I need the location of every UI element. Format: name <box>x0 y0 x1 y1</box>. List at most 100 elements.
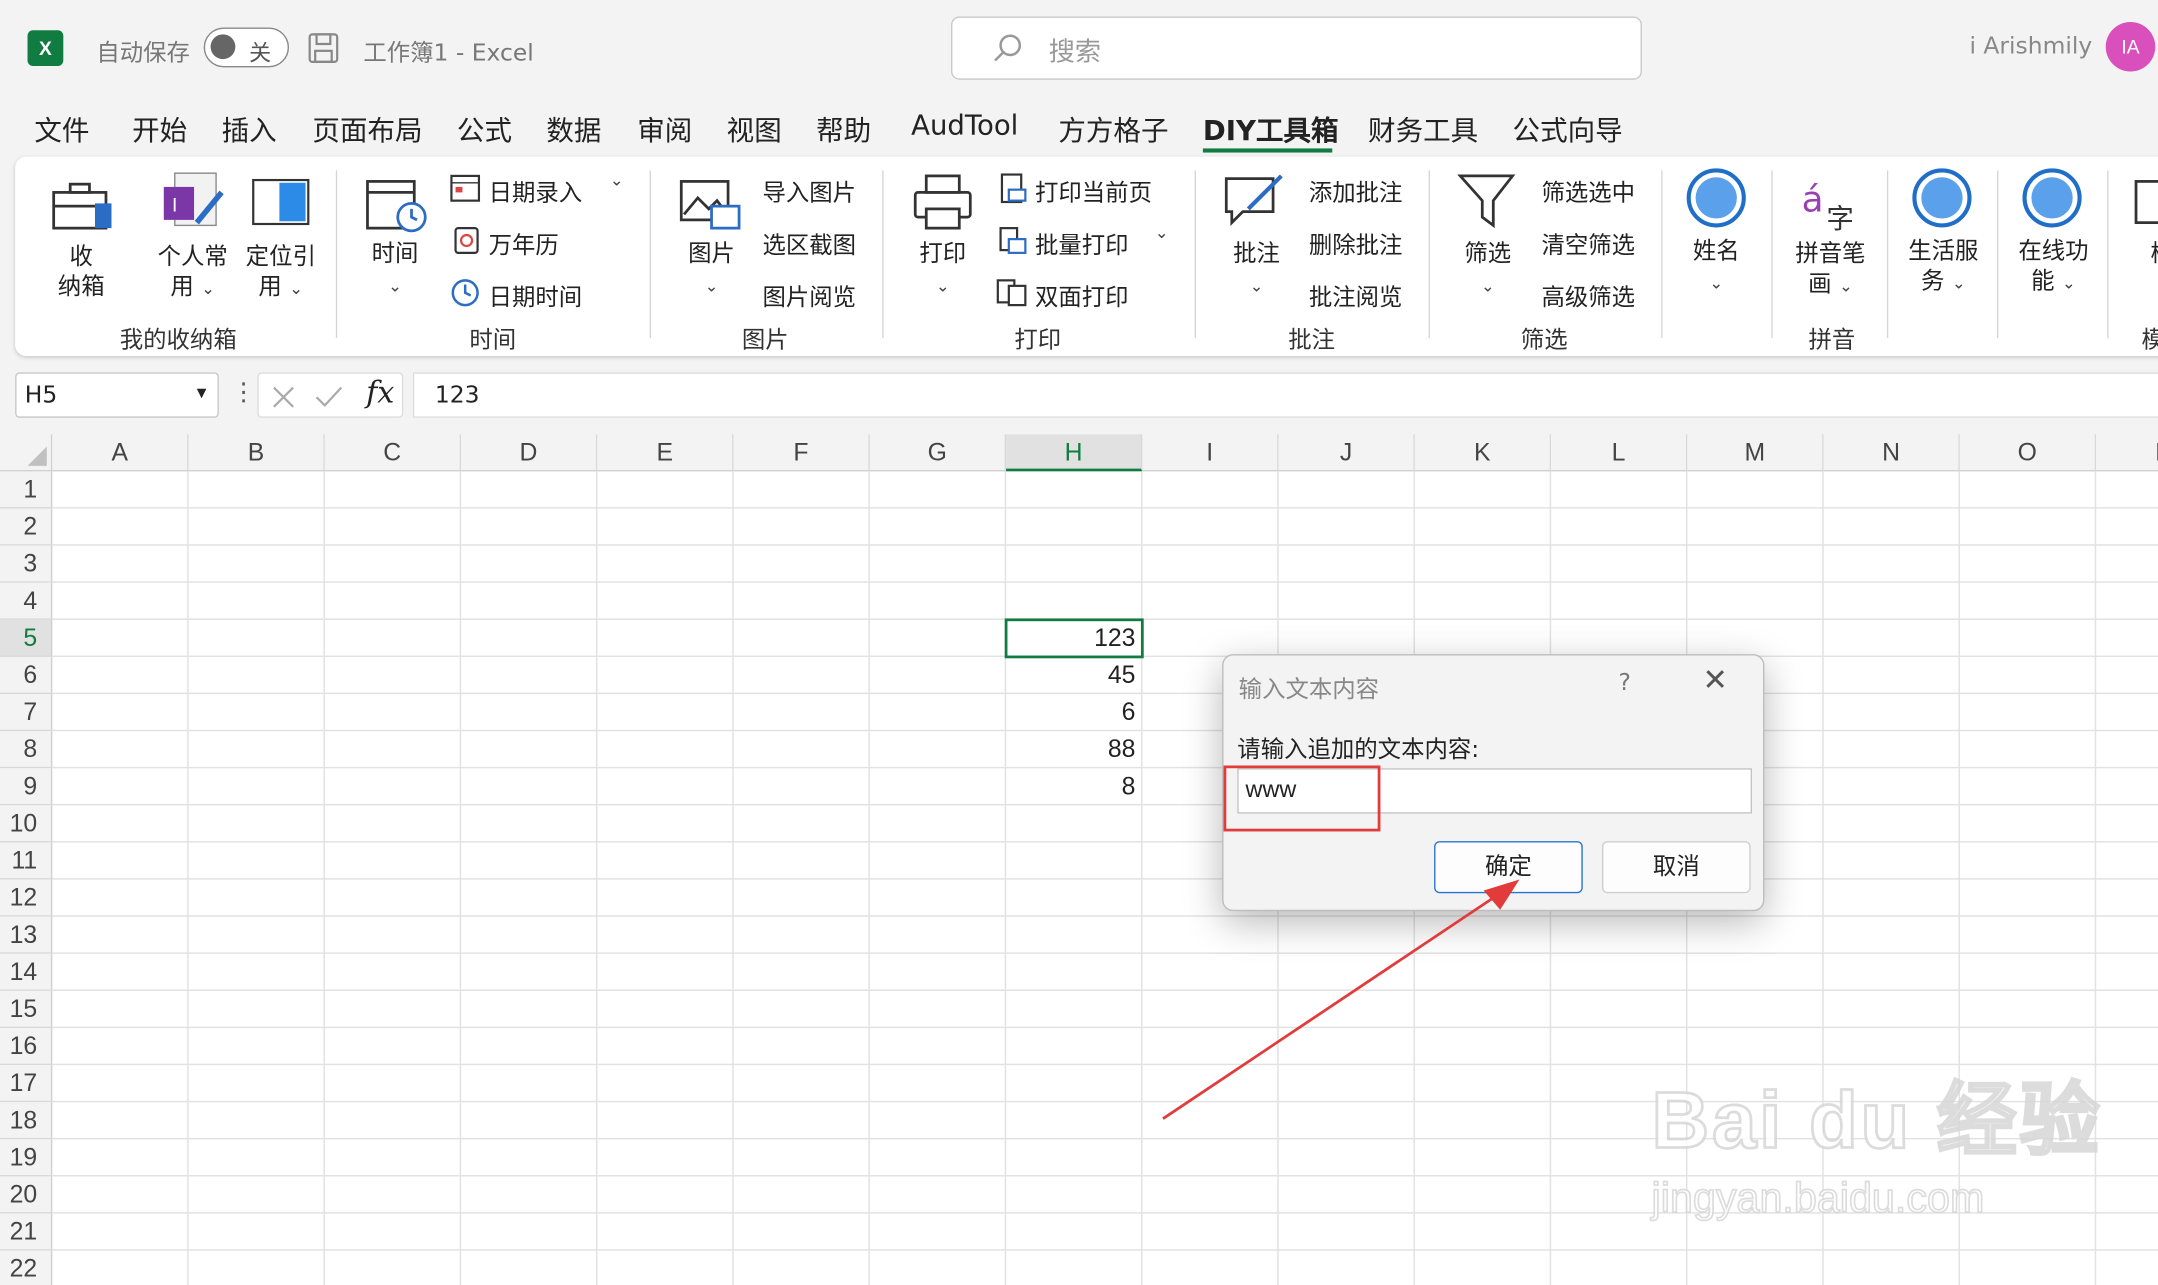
pinyin-stroke-button[interactable]: 拼音笔画 ⌄ <box>1788 239 1873 301</box>
row-header[interactable]: 3 <box>0 545 53 583</box>
row-header[interactable]: 22 <box>0 1250 53 1285</box>
autosave-toggle[interactable]: 关 <box>203 27 290 68</box>
region-screenshot-button[interactable]: 选区截图 <box>762 225 856 259</box>
row-header[interactable]: 11 <box>0 842 53 880</box>
add-comment-button[interactable]: 添加批注 <box>1309 173 1403 207</box>
close-icon[interactable]: ✕ <box>1702 664 1727 698</box>
row-header[interactable]: 17 <box>0 1065 53 1103</box>
column-header[interactable]: C <box>324 434 462 472</box>
row-header[interactable]: 18 <box>0 1102 53 1140</box>
name-box[interactable]: H5 ▾ <box>15 372 219 418</box>
picture-viewer-button[interactable]: 图片阅览 <box>762 278 856 311</box>
row-header[interactable]: 20 <box>0 1176 53 1214</box>
row-header[interactable]: 2 <box>0 508 53 546</box>
tab-home[interactable]: 开始 <box>132 109 187 149</box>
row-header[interactable]: 15 <box>0 990 53 1028</box>
row-header[interactable]: 16 <box>0 1027 53 1066</box>
online-function-button[interactable]: 在线功能 ⌄ <box>2011 236 2096 298</box>
tab-data[interactable]: 数据 <box>546 109 601 149</box>
search-box[interactable]: 搜索 <box>951 16 1642 80</box>
name-button[interactable]: 姓名 ⌄ <box>1680 236 1752 298</box>
cancel-button[interactable]: 取消 <box>1602 841 1751 894</box>
column-header[interactable]: A <box>52 434 189 472</box>
row-header[interactable]: 6 <box>0 656 53 695</box>
save-icon[interactable] <box>306 30 342 66</box>
advanced-filter-button[interactable]: 高级筛选 <box>1541 278 1635 311</box>
perpetual-calendar-button[interactable]: 万年历 <box>489 225 559 259</box>
more-options-icon[interactable]: ⋮ <box>231 378 256 407</box>
row-header[interactable]: 1 <box>0 471 53 509</box>
column-header[interactable]: B <box>188 434 325 472</box>
chevron-down-icon[interactable]: ⌄ <box>610 170 624 189</box>
chevron-down-icon[interactable]: ⌄ <box>1155 223 1169 242</box>
row-header[interactable]: 19 <box>0 1139 53 1177</box>
column-header[interactable]: P <box>2096 434 2158 472</box>
column-header[interactable]: K <box>1414 434 1552 472</box>
tab-insert[interactable]: 插入 <box>222 109 277 149</box>
row-header[interactable]: 7 <box>0 694 53 732</box>
row-header[interactable]: 8 <box>0 731 53 769</box>
locate-ref-button[interactable]: 定位引用 ⌄ <box>241 242 321 304</box>
avatar[interactable]: IA <box>2105 21 2156 72</box>
row-header[interactable]: 4 <box>0 582 53 620</box>
column-header[interactable]: J <box>1278 434 1415 472</box>
tab-finance-tools[interactable]: 财务工具 <box>1368 109 1478 149</box>
filter-button[interactable]: 筛选 ⌄ <box>1452 239 1524 301</box>
column-header[interactable]: H <box>1006 434 1143 472</box>
column-header[interactable]: O <box>1959 434 2097 472</box>
tab-fangfang[interactable]: 方方格子 <box>1058 109 1168 149</box>
tab-help[interactable]: 帮助 <box>816 109 871 149</box>
tab-formula-wizard[interactable]: 公式向导 <box>1513 109 1623 149</box>
clear-filter-button[interactable]: 清空筛选 <box>1541 225 1635 259</box>
view-comment-button[interactable]: 批注阅览 <box>1309 278 1403 311</box>
personal-common-button[interactable]: 个人常用 ⌄ <box>153 242 233 304</box>
confirm-formula-icon[interactable] <box>314 383 344 410</box>
column-header[interactable]: M <box>1687 434 1824 472</box>
column-header[interactable]: F <box>733 434 870 472</box>
row-header[interactable]: 14 <box>0 953 53 991</box>
row-header[interactable]: 5 <box>0 619 53 657</box>
tab-formulas[interactable]: 公式 <box>457 109 512 149</box>
life-service-button[interactable]: 生活服务 ⌄ <box>1901 236 1986 298</box>
column-header[interactable]: N <box>1823 434 1960 472</box>
time-button[interactable]: 时间 ⌄ <box>359 239 431 301</box>
storage-button[interactable]: 收纳箱 <box>43 242 120 302</box>
date-time-button[interactable]: 日期时间 <box>489 278 583 311</box>
comment-button[interactable]: 批注 ⌄ <box>1221 239 1293 301</box>
import-picture-button[interactable]: 导入图片 <box>762 173 856 207</box>
print-current-page-button[interactable]: 打印当前页 <box>1035 173 1152 207</box>
formula-input[interactable]: 123 <box>412 372 2158 418</box>
row-header[interactable]: 12 <box>0 879 53 917</box>
tab-file[interactable]: 文件 <box>34 109 89 149</box>
help-icon[interactable]: ? <box>1619 669 1631 696</box>
row-header[interactable]: 10 <box>0 805 53 843</box>
select-all-corner[interactable] <box>0 434 53 472</box>
template-button[interactable]: 模 <box>2142 239 2158 269</box>
column-header[interactable]: E <box>597 434 734 472</box>
tab-review[interactable]: 审阅 <box>637 109 692 149</box>
user-name[interactable]: i Arishmily <box>1969 33 2092 60</box>
column-header[interactable]: G <box>869 434 1007 472</box>
picture-button[interactable]: 图片 ⌄ <box>676 239 748 301</box>
column-header[interactable]: D <box>461 434 598 472</box>
batch-print-button[interactable]: 批量打印 <box>1035 225 1129 259</box>
duplex-print-button[interactable]: 双面打印 <box>1035 278 1129 311</box>
cancel-formula-icon[interactable] <box>270 383 298 410</box>
tab-diy-toolbox[interactable]: DIY工具箱 <box>1203 109 1339 149</box>
filter-selected-button[interactable]: 筛选选中 <box>1541 173 1635 207</box>
print-button[interactable]: 打印 ⌄ <box>907 239 979 301</box>
append-text-input[interactable]: www <box>1223 765 1753 832</box>
row-header[interactable]: 9 <box>0 768 53 806</box>
ok-button[interactable]: 确定 <box>1434 841 1583 894</box>
column-header[interactable]: L <box>1551 434 1688 472</box>
tab-audtool[interactable]: AudTool <box>911 109 1018 142</box>
tab-page-layout[interactable]: 页面布局 <box>312 109 422 149</box>
delete-comment-button[interactable]: 删除批注 <box>1309 225 1403 259</box>
active-cell-h5[interactable] <box>1004 618 1144 659</box>
insert-function-icon[interactable]: fx <box>366 377 394 411</box>
row-header[interactable]: 21 <box>0 1213 53 1251</box>
column-header[interactable]: I <box>1142 434 1279 472</box>
chevron-down-icon[interactable]: ▾ <box>197 382 207 404</box>
date-entry-button[interactable]: 日期录入 <box>489 173 583 207</box>
tab-view[interactable]: 视图 <box>727 109 782 149</box>
